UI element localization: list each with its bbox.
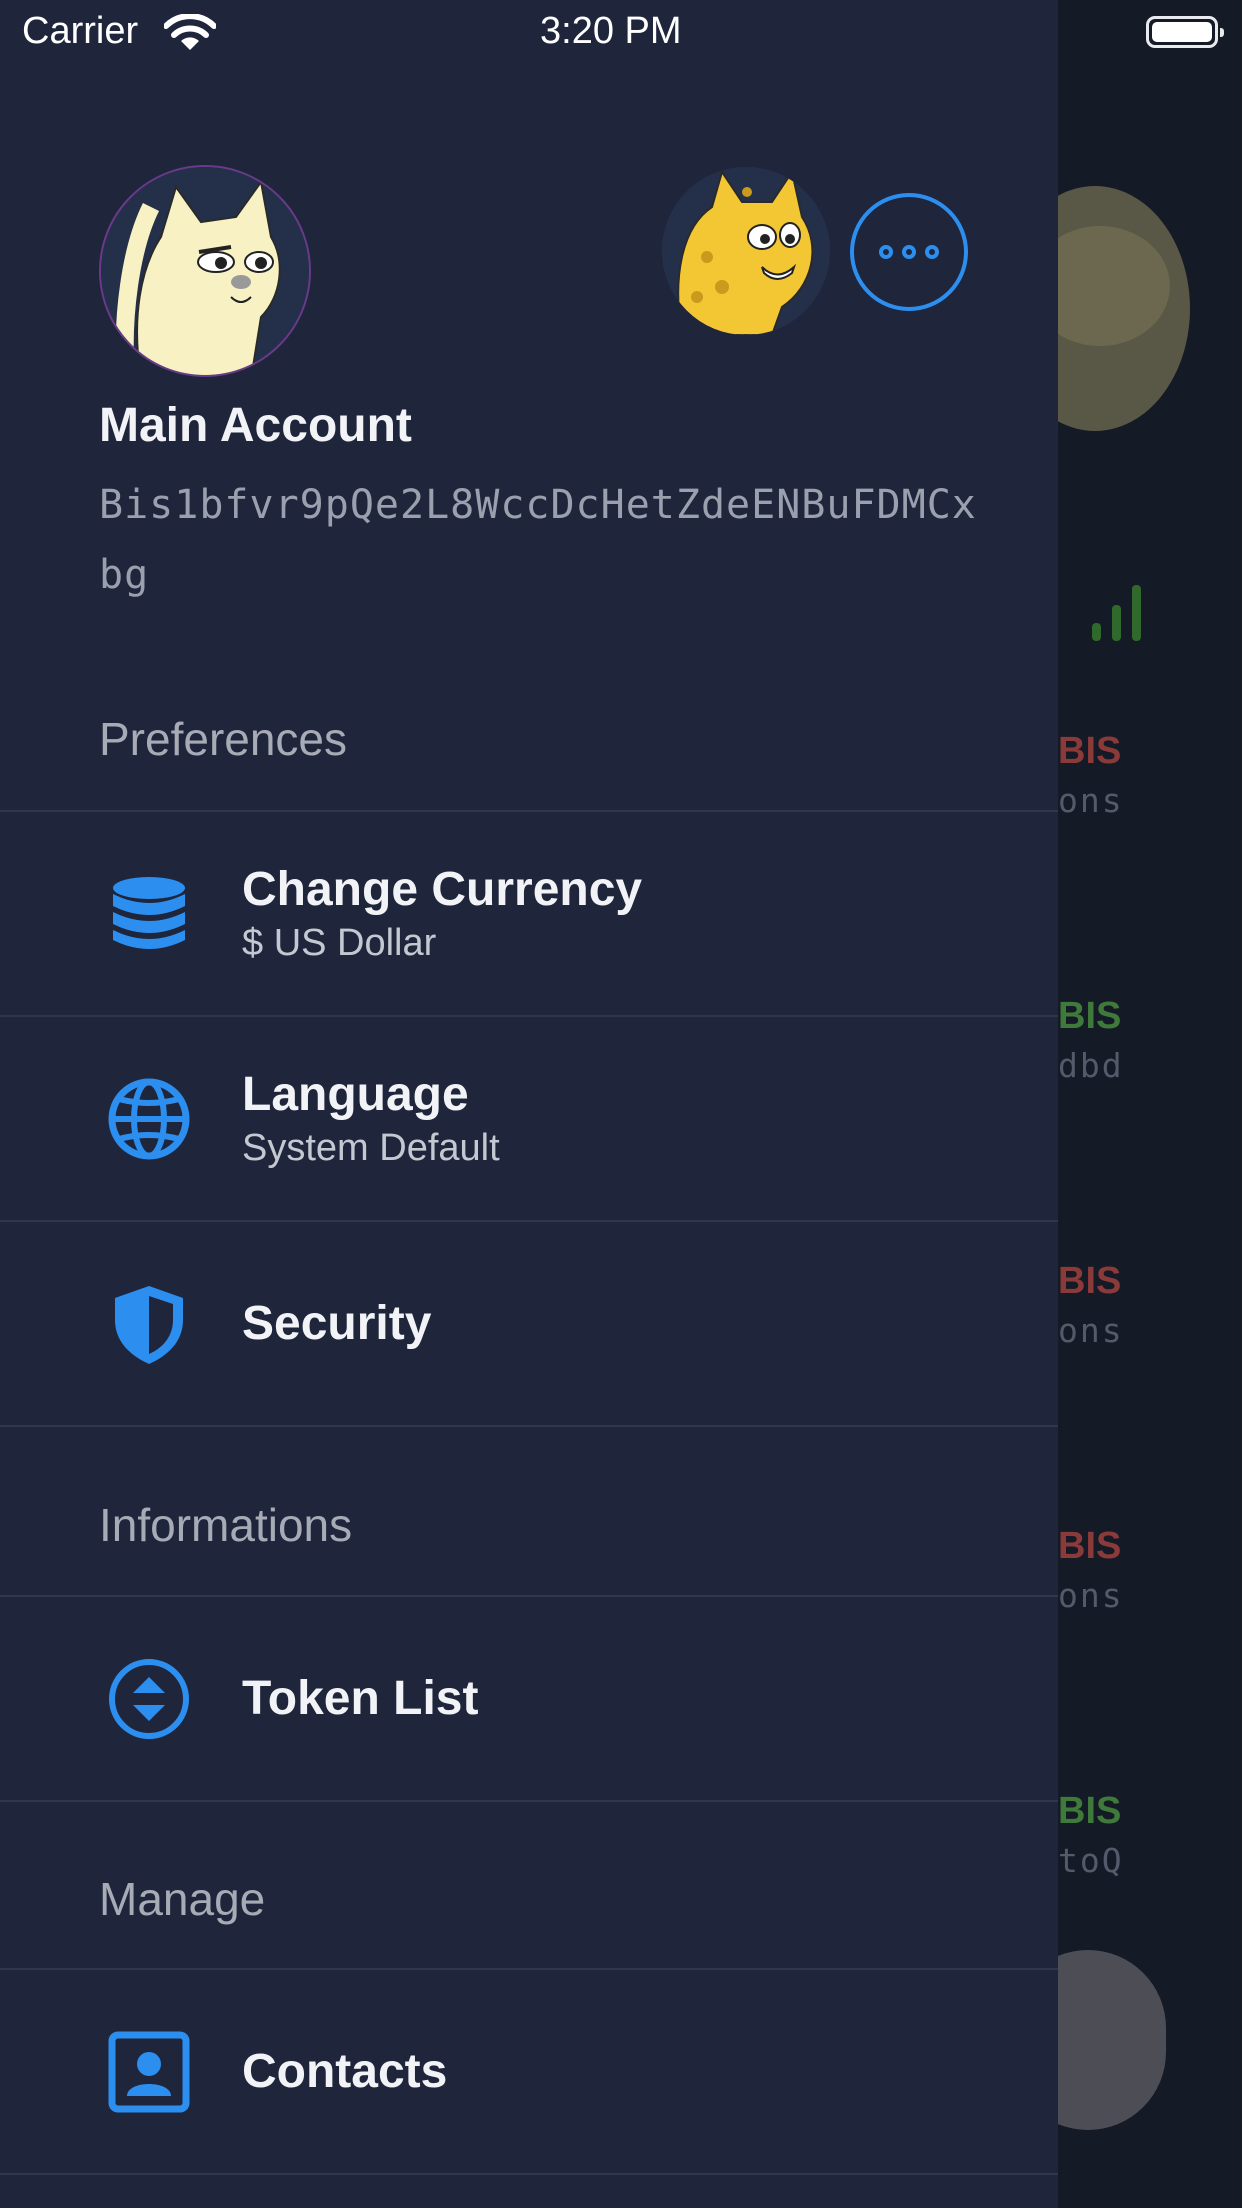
status-time: 3:20 PM <box>540 10 682 52</box>
divider <box>0 1800 1058 1802</box>
background-transaction-row: BIS ons <box>1058 1260 1124 1350</box>
contact-card-icon <box>108 2031 190 2113</box>
background-transaction-row: BIS ons <box>1058 1525 1124 1615</box>
dot-icon <box>902 245 916 259</box>
carrier-label: Carrier <box>22 10 139 52</box>
menu-item-contacts[interactable]: Contacts <box>0 1970 1058 2174</box>
token-swap-icon <box>109 1659 189 1739</box>
globe-icon <box>108 1078 190 1160</box>
account-avatar[interactable] <box>99 165 311 377</box>
menu-item-label: Change Currency <box>242 863 643 916</box>
menu-item-language[interactable]: Language System Default <box>0 1017 1058 1221</box>
menu-item-label: Token List <box>242 1672 479 1725</box>
menu-item-label: Security <box>242 1297 432 1350</box>
menu-item-label: Contacts <box>242 2045 448 2098</box>
account-name: Main Account <box>99 399 412 452</box>
dot-icon <box>925 245 939 259</box>
background-transaction-row: BIS ons <box>1058 730 1124 820</box>
battery-icon <box>1146 16 1224 48</box>
section-title-informations: Informations <box>99 1499 353 1551</box>
menu-item-subtitle: $ US Dollar <box>242 922 437 964</box>
menu-item-security[interactable]: Security <box>0 1222 1058 1426</box>
signal-icon <box>1092 585 1142 641</box>
navigation-drawer: Carrier 3:20 PM Main Account Bis1bfvr9pQ… <box>0 0 1058 2208</box>
more-options-button[interactable] <box>850 193 968 311</box>
divider <box>0 2173 1058 2175</box>
section-title-preferences: Preferences <box>99 713 348 765</box>
menu-item-subtitle: System Default <box>242 1127 500 1169</box>
dot-icon <box>879 245 893 259</box>
database-icon <box>113 877 185 949</box>
divider <box>0 1425 1058 1427</box>
menu-item-change-currency[interactable]: Change Currency $ US Dollar <box>0 812 1058 1016</box>
menu-item-label: Language <box>242 1068 469 1121</box>
wifi-icon <box>164 14 216 50</box>
menu-item-token-list[interactable]: Token List <box>0 1597 1058 1801</box>
section-title-manage: Manage <box>99 1873 266 1925</box>
status-bar: Carrier 3:20 PM <box>0 0 1058 68</box>
secondary-account-avatar[interactable] <box>662 167 830 335</box>
cat-avatar-icon <box>101 167 309 375</box>
shield-icon <box>115 1286 183 1364</box>
background-transaction-row: BIS toQ <box>1058 1790 1124 1880</box>
account-address[interactable]: Bis1bfvr9pQe2L8WccDcHetZdeENBuFDMCxbg <box>99 470 979 610</box>
background-transaction-row: BIS dbd <box>1058 995 1124 1085</box>
leopard-avatar-icon <box>662 167 830 335</box>
